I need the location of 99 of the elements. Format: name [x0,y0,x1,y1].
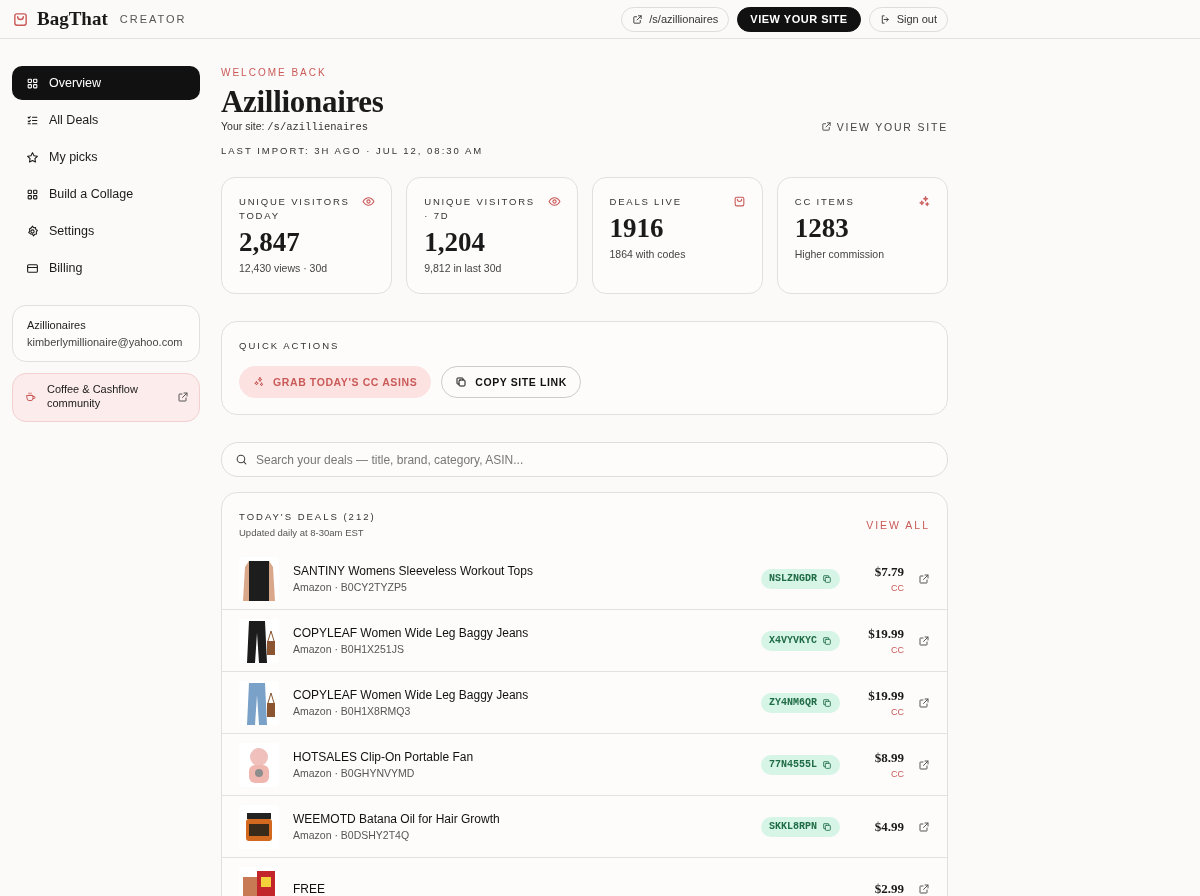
card-icon [26,261,39,275]
coupon-code-chip[interactable]: ZY4NM6QR [761,692,840,713]
deal-title: FREE [293,881,326,896]
search-icon [235,453,248,466]
sidebar-item[interactable]: My picks [12,140,200,174]
deal-row[interactable]: COPYLEAF Women Wide Leg Baggy Jeans Amazon · B0H1X8RMQ3 ZY4NM6QR $19.99 CC [222,672,947,734]
site-path-text: Your site: /s/azillienaires [221,120,369,133]
stat-note: 12,430 views · 30d [239,262,329,274]
external-link-icon[interactable] [918,882,930,895]
sparkle-icon [918,195,931,208]
cc-tag: CC [854,645,904,655]
stat-note: 9,812 in last 30d [424,262,503,274]
coupon-code-chip[interactable]: SKKL8RPN [761,816,840,837]
deal-title: COPYLEAF Women Wide Leg Baggy Jeans [293,688,530,702]
brand-tagline: CREATOR [119,13,187,25]
grid-icon [26,76,39,90]
deal-meta: Amazon · B0DSHY2T4Q [293,829,411,841]
site-link-button[interactable]: /s/azillionaires [621,6,730,32]
last-import-text: LAST IMPORT: 3H AGO · JUL 12, 08:30 AM [221,145,485,156]
copy-icon [455,376,468,388]
section-title: QUICK ACTIONS [239,340,341,351]
stat-value: 1283 [794,213,850,244]
eye-icon [547,195,561,208]
stat-label: UNIQUE VISITORS TODAY [239,195,351,223]
bag-icon [12,10,29,28]
cc-tag: CC [854,769,904,779]
grid-icon [26,187,39,201]
deal-title: HOTSALES Clip-On Portable Fan [293,750,475,764]
external-link-icon [177,390,189,403]
brand-name: BagThat [37,8,108,30]
sidebar-item[interactable]: Billing [12,251,200,285]
deal-price: $19.99 [867,688,904,704]
copy-icon [822,635,832,646]
bag-icon [732,195,746,208]
sidebar-item[interactable]: Settings [12,214,200,248]
copy-link-button[interactable]: COPY SITE LINK [441,366,581,398]
deal-title: WEEMOTD Batana Oil for Hair Growth [293,812,501,826]
deal-row[interactable]: FREE $2.99 [222,858,947,896]
section-subtitle: Updated daily at 8-30am EST [239,527,365,538]
deal-row[interactable]: COPYLEAF Women Wide Leg Baggy Jeans Amazon · B0H1X251JS X4VYVKYC $19.99 CC [222,610,947,672]
deal-title: SANTINY Womens Sleeveless Workout Tops [293,564,534,578]
settings-icon [26,224,39,238]
sparkle-icon [253,376,265,388]
stat-value: 2,847 [239,227,301,258]
deal-meta: Amazon · B0H1X8RMQ3 [293,705,412,717]
view-site-link[interactable]: VIEW YOUR SITE [820,120,948,133]
stat-label: CC ITEMS [794,195,855,209]
search-field[interactable]: Search your deals — title, brand, category, ASIN... [221,442,948,477]
cc-tag: CC [854,707,904,717]
deal-meta: Amazon · B0H1X251JS [293,643,405,655]
deal-row[interactable]: SANTINY Womens Sleeveless Workout Tops Amazon · B0CY2TYZP5 NSLZNGDR $7.79 CC [222,548,947,610]
external-link-icon [820,121,832,132]
deal-price: $2.99 [873,880,904,896]
community-link[interactable]: Coffee & Cashflow community [12,373,200,422]
checklist-icon [26,113,39,127]
copy-icon [822,697,832,708]
stat-note: 1864 with codes [609,248,687,260]
sidebar-item[interactable]: Overview [12,66,200,100]
deal-price: $4.99 [873,818,904,835]
stat-note: Higher commission [794,248,886,260]
stat-value: 1916 [609,213,665,244]
view-all-link[interactable]: VIEW ALL [866,518,930,531]
section-title: TODAY'S DEALS (212) [239,511,376,522]
stat-label: DEALS LIVE [609,195,682,209]
deal-meta: Amazon · B0GHYNVYMD [293,767,416,779]
external-link-icon[interactable] [918,634,930,647]
cc-tag: CC [854,583,904,593]
deal-meta: Amazon · B0CY2TYZP5 [293,581,408,593]
welcome-label: WELCOME BACK [221,67,328,78]
external-link-icon [632,13,644,25]
deal-title: COPYLEAF Women Wide Leg Baggy Jeans [293,626,530,640]
deal-row[interactable]: HOTSALES Clip-On Portable Fan Amazon · B0GHYNVYMD 77N4555L $8.99 CC [222,734,947,796]
sidebar-item[interactable]: Build a Collage [12,177,200,211]
page-title: Azillionaires [221,84,385,120]
coupon-code-chip[interactable]: X4VYVKYC [761,630,840,651]
star-icon [26,150,39,164]
sign-out-button[interactable]: Sign out [868,6,948,32]
stat-label: UNIQUE VISITORS · 7D [424,195,536,223]
deal-price: $8.99 [873,750,904,766]
coupon-code-chip[interactable]: NSLZNGDR [761,568,840,589]
account-email: kimberlymillionaire@yahoo.com [27,336,184,348]
account-name: Azillionaires [27,319,87,331]
sidebar-item[interactable]: All Deals [12,103,200,137]
copy-icon [822,821,832,832]
eye-icon [362,195,376,208]
stat-value: 1,204 [424,227,486,258]
cup-icon [25,390,37,403]
deal-row[interactable]: WEEMOTD Batana Oil for Hair Growth Amazon · B0DSHY2T4Q SKKL8RPN $4.99 [222,796,947,858]
copy-icon [822,759,832,770]
deal-price: $7.79 [873,564,904,580]
view-site-button[interactable]: VIEW YOUR SITE [737,6,861,32]
copy-icon [822,573,832,584]
external-link-icon[interactable] [918,820,930,833]
coupon-code-chip[interactable]: 77N4555L [761,754,840,775]
external-link-icon[interactable] [918,572,930,585]
sign-out-icon [879,13,891,25]
external-link-icon[interactable] [918,758,930,771]
deal-price: $19.99 [867,626,904,642]
external-link-icon[interactable] [918,696,930,709]
